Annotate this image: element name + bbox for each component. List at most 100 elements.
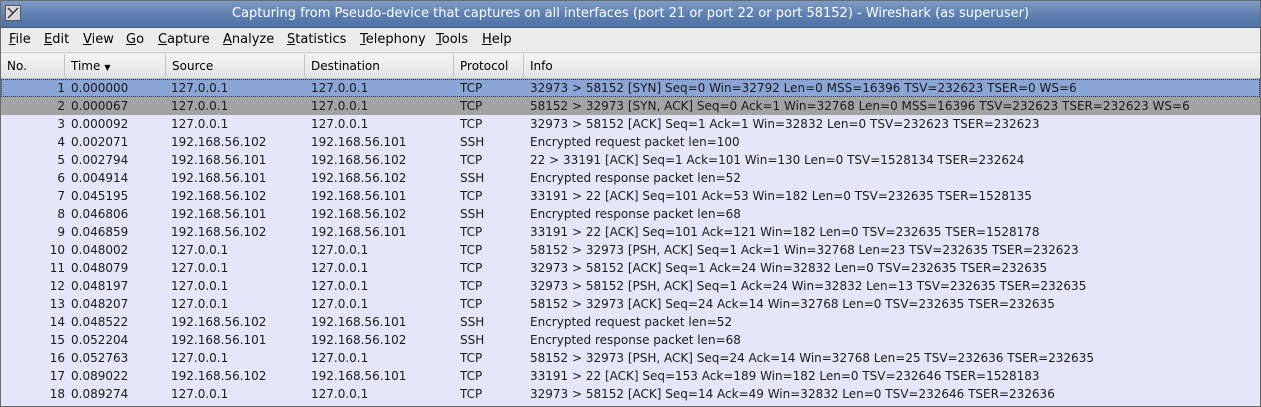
packet-info: 32973 > 58152 [ACK] Seq=1 Ack=24 Win=328… [530,261,1048,275]
menu-bar: File Edit View Go Capture Analyze Statis… [1,28,1260,53]
packet-no: 13 [49,297,65,311]
packet-no: 18 [49,387,65,401]
packet-destination: 127.0.0.1 [311,297,369,311]
packet-source: 127.0.0.1 [171,99,229,113]
packet-protocol: TCP [460,243,483,257]
packet-time: 0.000067 [71,99,129,113]
packet-info: Encrypted response packet len=68 [530,207,741,221]
table-row[interactable]: 1 0.000000 127.0.0.1 127.0.0.1 TCP 32973 > 58… [1,79,1260,97]
packet-protocol: TCP [460,81,483,95]
menu-view[interactable]: View [83,32,114,47]
table-row[interactable]: 13 0.048207 127.0.0.1 127.0.0.1 TCP 58152 > 3… [1,295,1260,313]
menu-tools[interactable]: Tools [436,32,468,47]
packet-destination: 127.0.0.1 [311,81,369,95]
menu-analyze[interactable]: Analyze [223,32,274,47]
packet-time: 0.000000 [71,81,129,95]
wireshark-window: Capturing from Pseudo-device that captur… [0,0,1261,407]
table-row[interactable]: 14 0.048522 192.168.56.102 192.168.56.101 SS… [1,313,1260,331]
menu-file[interactable]: File [9,32,31,47]
packet-time: 0.004914 [71,171,129,185]
packet-no: 9 [57,225,65,239]
window-title: Capturing from Pseudo-device that captur… [231,6,1030,21]
packet-list[interactable]: 1 0.000000 127.0.0.1 127.0.0.1 TCP 32973 > 58… [1,79,1260,406]
packet-no: 14 [49,315,65,329]
packet-source: 192.168.56.101 [171,153,267,167]
packet-no: 11 [49,261,65,275]
menu-edit[interactable]: Edit [44,32,69,47]
packet-destination: 127.0.0.1 [311,243,369,257]
packet-info: 33191 > 22 [ACK] Seq=101 Ack=121 Win=182… [530,225,1040,239]
column-info[interactable]: Info [524,54,1260,78]
table-row[interactable]: 2 0.000067 127.0.0.1 127.0.0.1 TCP 58152 > 32… [1,97,1260,115]
column-destination[interactable]: Destination [305,54,454,78]
menu-telephony[interactable]: Telephony [360,32,426,47]
packet-no: 6 [57,171,65,185]
table-row[interactable]: 4 0.002071 192.168.56.102 192.168.56.101 SSH… [1,133,1260,151]
packet-protocol: SSH [460,207,485,221]
packet-protocol: TCP [460,387,483,401]
menu-go[interactable]: Go [126,32,144,47]
column-no[interactable]: No. [1,54,65,78]
table-row[interactable]: 5 0.002794 192.168.56.101 192.168.56.102 TCP… [1,151,1260,169]
table-row[interactable]: 8 0.046806 192.168.56.101 192.168.56.102 SSH… [1,205,1260,223]
column-protocol-label: Protocol [460,59,509,73]
packet-info: Encrypted response packet len=68 [530,333,741,347]
packet-source: 127.0.0.1 [171,279,229,293]
packet-protocol: TCP [460,279,483,293]
table-row[interactable]: 9 0.046859 192.168.56.102 192.168.56.101 TCP… [1,223,1260,241]
packet-protocol: TCP [460,153,483,167]
menu-capture[interactable]: Capture [158,32,210,47]
packet-source: 127.0.0.1 [171,387,229,401]
menu-statistics[interactable]: Statistics [287,32,346,47]
packet-source: 192.168.56.102 [171,135,267,149]
table-row[interactable]: 18 0.089274 127.0.0.1 127.0.0.1 TCP 32973 > 5… [1,385,1260,403]
table-row[interactable]: 3 0.000092 127.0.0.1 127.0.0.1 TCP 32973 > 58… [1,115,1260,133]
packet-destination: 127.0.0.1 [311,117,369,131]
packet-info: 32973 > 58152 [ACK] Seq=1 Ack=1 Win=3283… [530,117,1040,131]
table-row[interactable]: 12 0.048197 127.0.0.1 127.0.0.1 TCP 32973 > 5… [1,277,1260,295]
table-row[interactable]: 7 0.045195 192.168.56.102 192.168.56.101 TCP… [1,187,1260,205]
table-row[interactable]: 17 0.089022 192.168.56.102 192.168.56.101 TC… [1,367,1260,385]
packet-time: 0.045195 [71,189,129,203]
title-bar[interactable]: Capturing from Pseudo-device that captur… [1,1,1260,28]
packet-source: 127.0.0.1 [171,117,229,131]
packet-destination: 192.168.56.102 [311,153,407,167]
packet-destination: 127.0.0.1 [311,279,369,293]
packet-source: 192.168.56.102 [171,189,267,203]
packet-destination: 127.0.0.1 [311,351,369,365]
packet-source: 127.0.0.1 [171,297,229,311]
table-row[interactable]: 16 0.052763 127.0.0.1 127.0.0.1 TCP 58152 > 3… [1,349,1260,367]
packet-info: 58152 > 32973 [ACK] Seq=24 Ack=14 Win=32… [530,297,1055,311]
packet-destination: 192.168.56.102 [311,333,407,347]
table-row[interactable]: 11 0.048079 127.0.0.1 127.0.0.1 TCP 32973 > 5… [1,259,1260,277]
packet-protocol: SSH [460,135,485,149]
packet-destination: 192.168.56.101 [311,369,407,383]
menu-help[interactable]: Help [482,32,512,47]
packet-source: 192.168.56.102 [171,369,267,383]
packet-protocol: TCP [460,297,483,311]
table-row[interactable]: 15 0.052204 192.168.56.101 192.168.56.102 SS… [1,331,1260,349]
packet-source: 127.0.0.1 [171,261,229,275]
packet-time: 0.089022 [71,369,129,383]
column-info-label: Info [530,59,553,73]
packet-destination: 192.168.56.102 [311,171,407,185]
column-source[interactable]: Source [166,54,305,78]
packet-info: 32973 > 58152 [SYN] Seq=0 Win=32792 Len=… [530,81,1077,95]
table-row[interactable]: 6 0.004914 192.168.56.101 192.168.56.102 SSH… [1,169,1260,187]
packet-protocol: SSH [460,333,485,347]
packet-info: 32973 > 58152 [PSH, ACK] Seq=1 Ack=24 Wi… [530,279,1087,293]
column-protocol[interactable]: Protocol [454,54,524,78]
packet-info: 58152 > 32973 [PSH, ACK] Seq=24 Ack=14 W… [530,351,1094,365]
packet-source: 127.0.0.1 [171,243,229,257]
packet-info: Encrypted response packet len=52 [530,171,741,185]
column-no-label: No. [7,59,27,73]
table-row[interactable]: 10 0.048002 127.0.0.1 127.0.0.1 TCP 58152 > 3… [1,241,1260,259]
packet-destination: 127.0.0.1 [311,261,369,275]
packet-protocol: TCP [460,189,483,203]
column-time[interactable]: Time ▼ [65,54,166,78]
packet-protocol: TCP [460,261,483,275]
packet-no: 5 [57,153,65,167]
packet-info: 32973 > 58152 [ACK] Seq=14 Ack=49 Win=32… [530,387,1055,401]
packet-protocol: TCP [460,369,483,383]
packet-protocol: SSH [460,171,485,185]
